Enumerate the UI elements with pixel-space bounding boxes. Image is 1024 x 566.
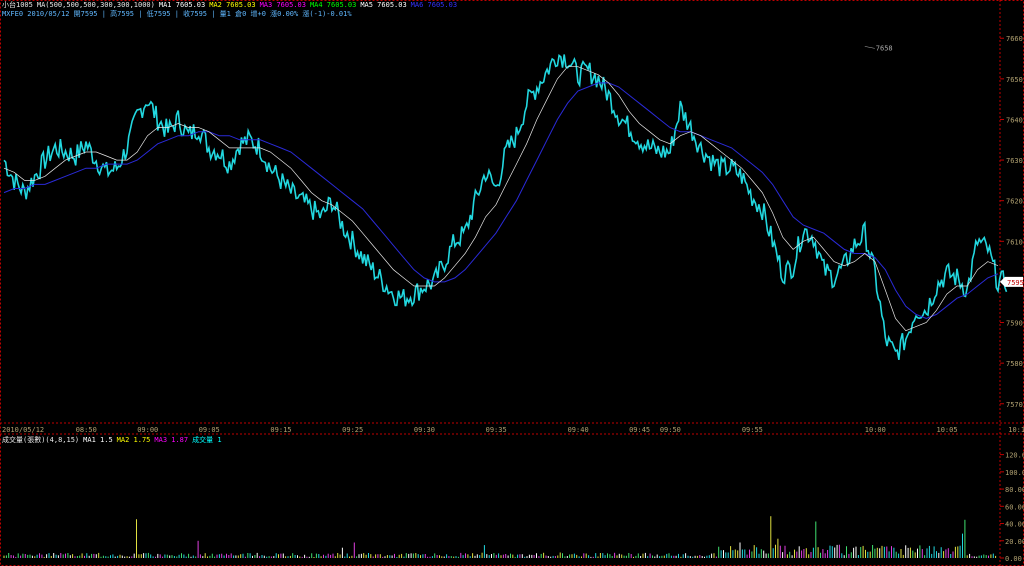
- price-tick-label: 7660: [1006, 35, 1023, 43]
- price-tick-label: 7610: [1006, 238, 1023, 246]
- price-annotation: 7658: [876, 44, 893, 52]
- price-tick-label: 7580: [1006, 360, 1023, 368]
- time-tick-label: 10:05: [937, 426, 958, 434]
- price-tick-label: 7640: [1006, 116, 1023, 124]
- price-tick-label: 7630: [1006, 157, 1023, 165]
- volume-chart: [3, 516, 997, 558]
- volume-tick-label: 20.00: [1005, 538, 1024, 546]
- volume-tick-label: 80.00: [1005, 486, 1024, 494]
- price-tick-label: 7620: [1006, 198, 1023, 206]
- time-tick-label: 2010/05/12: [2, 426, 44, 434]
- time-tick-label: 08:50: [76, 426, 97, 434]
- volume-tick-label: 0.00: [1005, 555, 1022, 563]
- last-price-label: 7595: [1007, 279, 1024, 287]
- price-tick-label: 7570: [1006, 401, 1023, 409]
- price-chart: 765875757595: [3, 44, 1024, 360]
- chart-axes: 7570758075907600761076207630764076507660…: [0, 0, 1024, 566]
- time-tick-label: 09:55: [742, 426, 763, 434]
- chart-canvas: 7570758075907600761076207630764076507660…: [0, 0, 1024, 566]
- time-tick-label: 10:15: [1008, 426, 1024, 434]
- time-tick-label: 09:15: [270, 426, 291, 434]
- time-tick-label: 09:50: [660, 426, 681, 434]
- time-tick-label: 10:00: [865, 426, 886, 434]
- volume-tick-label: 60.00: [1005, 503, 1024, 511]
- time-tick-label: 09:30: [414, 426, 435, 434]
- time-tick-label: 09:45: [629, 426, 650, 434]
- price-tick-label: 7650: [1006, 76, 1023, 84]
- price-tick-label: 7590: [1006, 320, 1023, 328]
- time-tick-label: 09:00: [137, 426, 158, 434]
- time-tick-label: 09:35: [486, 426, 507, 434]
- volume-tick-label: 100.00: [1005, 469, 1024, 477]
- price-line: [3, 54, 1008, 360]
- ma-long-line: [3, 82, 999, 320]
- volume-tick-label: 120.00: [1005, 452, 1024, 460]
- time-tick-label: 09:25: [342, 426, 363, 434]
- outer-frame: [0, 0, 1024, 566]
- time-tick-label: 09:05: [199, 426, 220, 434]
- volume-tick-label: 40.00: [1005, 521, 1024, 529]
- time-tick-label: 09:40: [568, 426, 589, 434]
- annotation-leader: [864, 46, 875, 49]
